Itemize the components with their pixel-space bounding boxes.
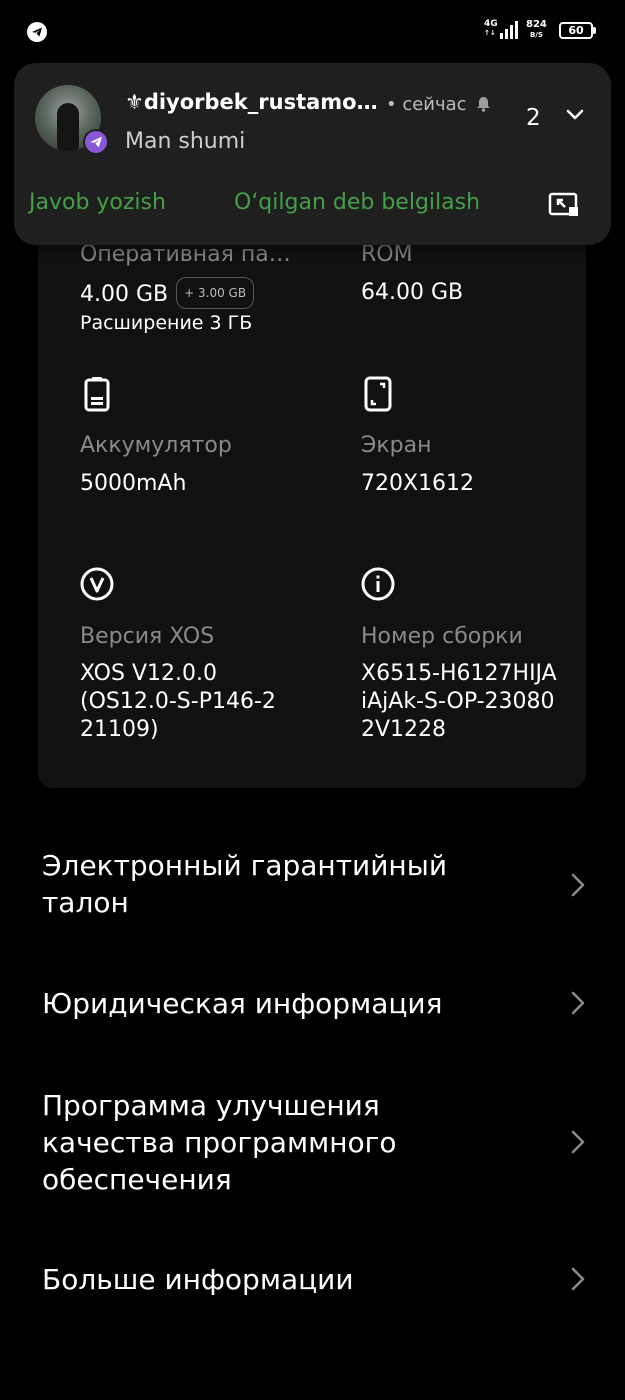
ram-extension-chip: + 3.00 GB: [176, 277, 255, 309]
notification-sender: ⚜diyorbek_rustamo…: [125, 90, 378, 114]
chevron-right-icon: [571, 991, 585, 1015]
screen-value: 720X1612: [361, 471, 475, 496]
chevron-right-icon: [571, 873, 585, 897]
rom-value: 64.00 GB: [361, 280, 464, 305]
screen-icon: [364, 376, 392, 412]
telegram-notification[interactable]: ⚜diyorbek_rustamo… • сейчас Man shumi 2 …: [14, 63, 611, 245]
ram-label: Оперативная па…: [80, 242, 291, 267]
menu-item-more-info[interactable]: Больше информации: [0, 1261, 625, 1301]
battery-level: 60: [568, 24, 584, 37]
menu-item-label: Программа улучшения качества программног…: [42, 1089, 397, 1196]
build-number-label: Номер сборки: [361, 624, 523, 649]
menu-item-warranty[interactable]: Электронный гарантийный талон: [0, 847, 625, 925]
menu-item-label: Больше информации: [42, 1263, 354, 1296]
notification-message: Man shumi: [125, 129, 246, 154]
telegram-badge-icon: [83, 129, 109, 155]
menu-item-quality-program[interactable]: Программа улучшения качества программног…: [0, 1087, 625, 1199]
build-number-value: X6515-H6127HIJA iAjAk-S-OP-23080 2V1228: [361, 661, 557, 742]
bell-icon: [477, 97, 490, 112]
chevron-right-icon: [571, 1267, 585, 1291]
battery-spec-icon: [84, 377, 110, 412]
notification-time: • сейчас: [386, 94, 467, 115]
ram-value-text: 4.00 GB: [80, 282, 169, 307]
status-bar: 4G ↑↓ 824 B/S 60: [0, 0, 625, 60]
notification-count: 2: [526, 105, 541, 131]
reply-button[interactable]: Javob yozish: [29, 190, 166, 215]
menu-item-label: Электронный гарантийный талон: [42, 849, 448, 919]
mark-read-button[interactable]: O‘qilgan deb belgilash: [234, 190, 480, 215]
telegram-icon: [27, 22, 47, 42]
xos-version-label: Версия XOS: [80, 624, 215, 649]
battery-label: Аккумулятор: [80, 433, 232, 458]
menu-item-legal[interactable]: Юридическая информация: [0, 985, 625, 1025]
network-speed: 824 B/S: [526, 19, 547, 40]
network-type: 4G ↑↓: [484, 19, 498, 38]
avatar-figure: [57, 103, 79, 151]
xos-version-value: XOS V12.0.0 (OS12.0-S-P146-2 21109): [80, 661, 276, 742]
screen-label: Экран: [361, 433, 432, 458]
info-icon: [361, 567, 395, 601]
ram-extension-note: Расширение 3 ГБ: [80, 312, 253, 334]
cast-icon[interactable]: [548, 192, 580, 218]
rom-label: ROM: [361, 242, 413, 267]
ram-value: 4.00 GB + 3.00 GB: [80, 277, 255, 311]
xos-version-icon: [80, 567, 114, 601]
battery-value: 5000mAh: [80, 471, 187, 496]
battery-tip: [593, 27, 596, 34]
signal-icon: [500, 21, 518, 39]
battery-icon: 60: [559, 22, 593, 39]
chevron-down-icon[interactable]: [566, 109, 584, 121]
chevron-right-icon: [571, 1130, 585, 1154]
menu-item-label: Юридическая информация: [42, 987, 443, 1020]
